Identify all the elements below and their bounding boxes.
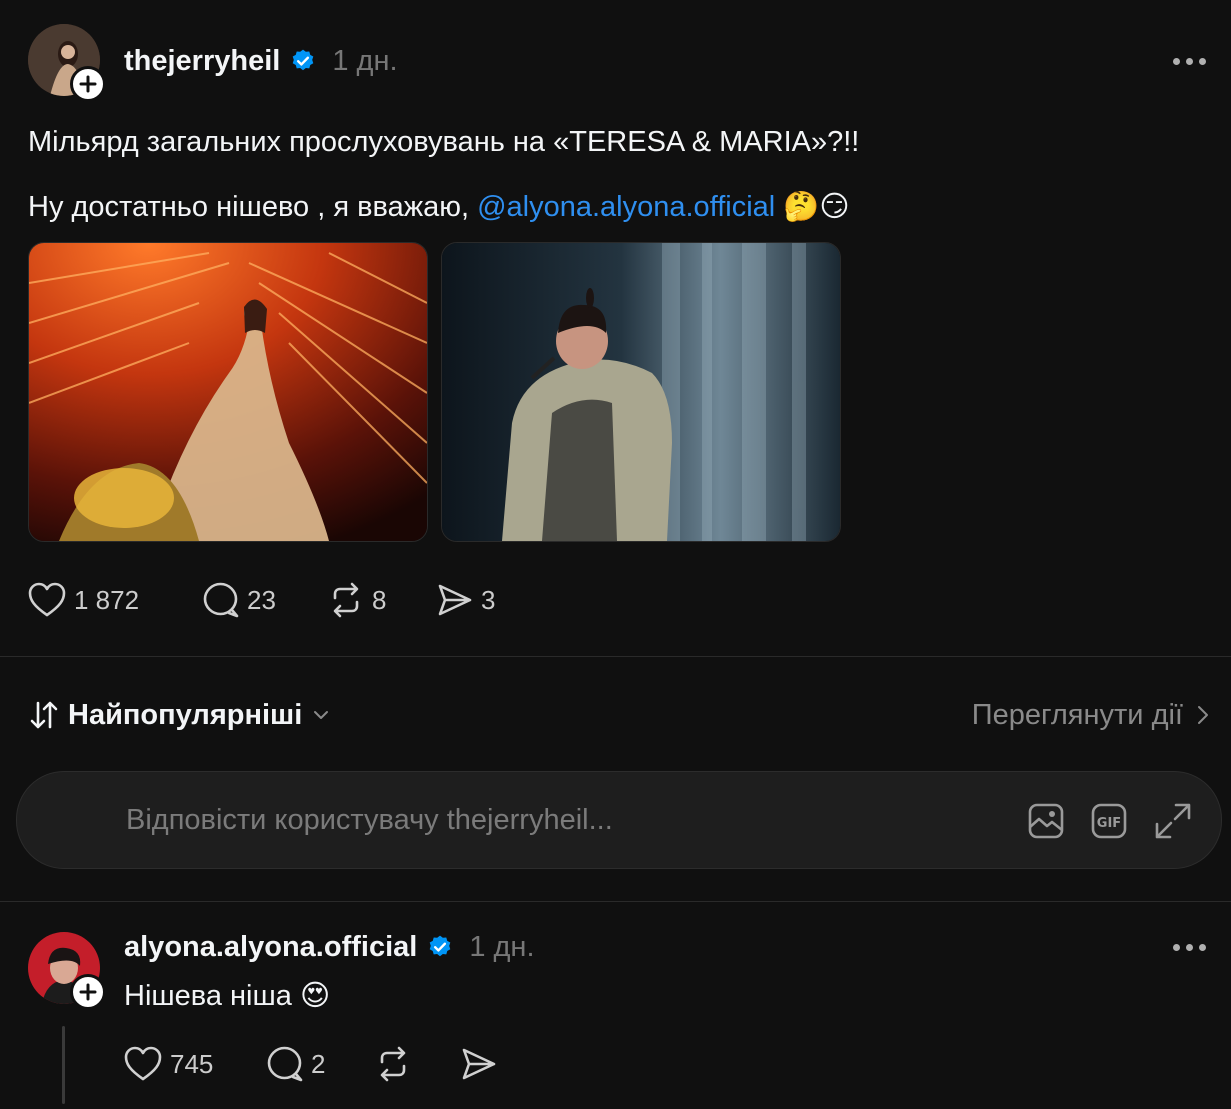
verified-badge-icon: [293, 49, 314, 71]
repost-count: 8: [372, 584, 387, 615]
reply-share-button[interactable]: [461, 1046, 497, 1082]
post-author-row: thejerryheil 1 дн.: [124, 42, 398, 80]
repost-icon: [333, 582, 359, 618]
heart-icon: [28, 582, 66, 617]
share-button[interactable]: 3: [437, 582, 495, 618]
concert-photo-1: [29, 243, 427, 541]
post-image-2[interactable]: [441, 242, 841, 542]
reply-emoji: 😍: [299, 980, 331, 1012]
concert-photo-2: [442, 243, 840, 541]
follow-plus-icon[interactable]: [70, 974, 106, 1010]
svg-text:GIF: GIF: [1097, 816, 1121, 831]
author-username[interactable]: thejerryheil: [124, 45, 280, 78]
chevron-down-icon: [314, 711, 329, 719]
share-count: 3: [481, 584, 496, 615]
follow-plus-icon[interactable]: [70, 66, 106, 102]
gif-icon: GIF: [1091, 803, 1127, 839]
reply-text: Нішева ніша: [124, 980, 292, 1012]
reply-divider: [0, 901, 1231, 902]
view-activity-label: Переглянути дії: [971, 698, 1183, 731]
reply-author-row: alyona.alyona.official 1 дн.: [124, 928, 535, 966]
post-divider: [0, 656, 1231, 657]
repost-button[interactable]: 8: [328, 582, 386, 618]
reply-like-count: 745: [170, 1048, 214, 1079]
heart-icon: [124, 1046, 162, 1081]
reply-repost-button[interactable]: [375, 1046, 411, 1082]
send-icon: [462, 1048, 496, 1080]
post-time: 1 дн.: [332, 44, 398, 77]
post-emojis: 🤔😏: [783, 191, 850, 223]
view-activity-link[interactable]: Переглянути дії: [972, 695, 1211, 735]
reply-time: 1 дн.: [469, 930, 535, 963]
post-more-options-icon[interactable]: [1173, 58, 1206, 65]
reply-text-row: Нішева ніша 😍: [124, 978, 330, 1013]
post-text-line1: Мільярд загальних прослуховувань на «TER…: [28, 126, 860, 158]
comment-count: 23: [247, 584, 276, 615]
comment-button[interactable]: 23: [203, 582, 276, 618]
sort-label: Найпопулярніші: [68, 698, 303, 731]
expand-button[interactable]: [1154, 802, 1192, 840]
expand-icon: [1155, 803, 1191, 839]
reply-input[interactable]: Відповісти користувачу thejerryheil...: [126, 804, 613, 837]
sort-dropdown[interactable]: Найпопулярніші: [28, 695, 332, 735]
gif-button[interactable]: GIF: [1090, 802, 1128, 840]
reply-comment-count: 2: [311, 1048, 326, 1079]
like-count: 1 872: [74, 584, 140, 615]
comment-bubble-icon: [203, 582, 239, 618]
like-button[interactable]: 1 872: [28, 582, 139, 618]
reply-like-button[interactable]: 745: [124, 1046, 213, 1082]
post-text-line2: Ну достатньо нішево , я вважаю, @alyona.…: [28, 189, 850, 224]
reply-input-container[interactable]: Відповісти користувачу thejerryheil... G…: [16, 771, 1222, 869]
thread-line: [62, 1026, 65, 1104]
reply-author-username[interactable]: alyona.alyona.official: [124, 931, 417, 964]
attach-image-button[interactable]: [1027, 802, 1065, 840]
chevron-right-icon: [1198, 706, 1208, 724]
reply-comment-button[interactable]: 2: [267, 1046, 325, 1082]
mention-link[interactable]: @alyona.alyona.official: [477, 191, 775, 223]
comment-bubble-icon: [267, 1046, 303, 1082]
sort-arrows-icon: [30, 701, 58, 729]
post-image-1[interactable]: [28, 242, 428, 542]
repost-icon: [380, 1046, 406, 1082]
verified-badge-icon: [430, 935, 451, 957]
image-icon: [1028, 803, 1064, 839]
send-icon: [438, 584, 472, 616]
post-text-line2-prefix: Ну достатньо нішево , я вважаю,: [28, 191, 478, 223]
reply-more-options-icon[interactable]: [1173, 944, 1206, 951]
